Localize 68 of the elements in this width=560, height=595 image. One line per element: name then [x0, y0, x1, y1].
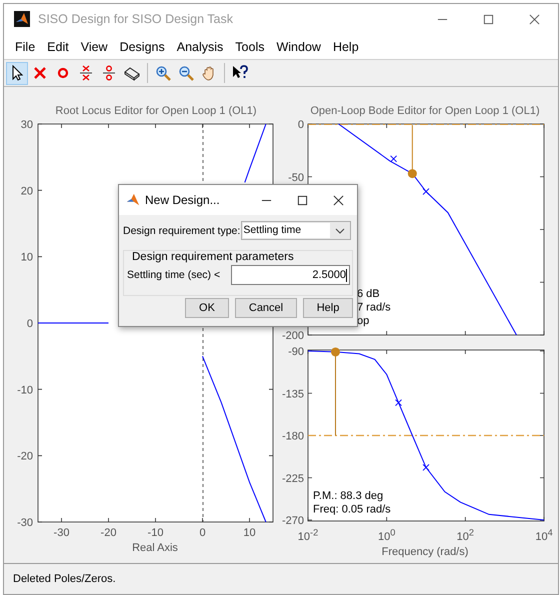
- tick-label: 10$^{2}$: [456, 530, 474, 542]
- cross-icon: [32, 65, 48, 81]
- requirement-type-dropdown[interactable]: Settling time: [241, 221, 352, 240]
- app-logo-icon: [126, 193, 140, 207]
- tick-label: -135: [282, 388, 304, 400]
- menu-item[interactable]: Help: [328, 40, 367, 54]
- tick-label: -180: [282, 430, 304, 442]
- tick-label: 0: [26, 318, 33, 330]
- group-title: Design requirement parameters: [132, 250, 295, 264]
- tick-label: 0: [298, 119, 304, 131]
- cross-pair-icon: [78, 65, 94, 81]
- tick-label: -90: [288, 346, 304, 358]
- menu-item[interactable]: Analysis: [172, 40, 232, 54]
- dialog-button[interactable]: OK: [185, 298, 229, 318]
- tick-label: 10: [20, 252, 33, 264]
- tick-label: -30: [54, 527, 70, 539]
- field-label: Settling time (sec) <: [127, 269, 222, 281]
- menu-item[interactable]: Edit: [43, 40, 77, 54]
- tick-label: 10$^{4}$: [535, 530, 553, 542]
- window-title: SISO Design for SISO Design Task: [38, 12, 233, 26]
- tick-label: -200: [282, 330, 304, 342]
- maximize-icon[interactable]: [297, 194, 308, 206]
- dialog-button[interactable]: Cancel: [235, 298, 297, 318]
- tick-label: 30: [20, 119, 33, 131]
- close-icon[interactable]: [529, 14, 540, 24]
- tick-label: -30: [17, 517, 33, 529]
- circle-pair-icon: [101, 65, 117, 81]
- dialog-button[interactable]: Help: [303, 298, 353, 318]
- tick-label: -270: [282, 515, 304, 527]
- tick-label: -225: [282, 472, 304, 485]
- tick-label: 10$^{0}$: [378, 530, 396, 542]
- margin-text: Freq: 0.05 rad/s: [313, 504, 391, 516]
- app-logo-icon: [14, 11, 30, 27]
- menu-item[interactable]: Designs: [116, 40, 173, 54]
- tick-label: -50: [288, 172, 304, 184]
- field-label: Design requirement type:: [123, 224, 240, 236]
- chart-title: Root Locus Editor for Open Loop 1 (OL1): [55, 105, 257, 117]
- settling-time-field[interactable]: 2.5000: [231, 265, 350, 285]
- menu-item[interactable]: File: [11, 40, 44, 54]
- menu-item[interactable]: Window: [272, 40, 329, 54]
- margin-text: op: [357, 315, 370, 327]
- pointer-tool-button[interactable]: [6, 62, 28, 84]
- tick-label: -10: [148, 527, 164, 539]
- tick-label: 10: [243, 527, 256, 539]
- maximize-icon[interactable]: [483, 14, 494, 24]
- tick-label: 0: [199, 527, 206, 539]
- chevron-down-icon: [335, 228, 346, 234]
- zoom-out-icon: [178, 65, 194, 81]
- margin-text: 7 rad/s: [357, 302, 391, 314]
- tick-label: -10: [17, 384, 33, 396]
- axis-label: Frequency (rad/s): [382, 546, 468, 558]
- pointer-question-icon: [232, 65, 248, 81]
- tick-label: 20: [20, 185, 33, 198]
- eraser-icon: [124, 65, 140, 81]
- axis-label: Real Axis: [132, 542, 178, 554]
- status-text: Deleted Poles/Zeros.: [13, 573, 116, 585]
- tick-label: 10$^{-2}$: [298, 530, 318, 542]
- zoom-in-icon: [155, 65, 171, 81]
- tick-label: -20: [100, 527, 116, 539]
- menu-item[interactable]: View: [76, 40, 116, 54]
- chart-title: Open-Loop Bode Editor for Open Loop 1 (OL1): [310, 105, 540, 117]
- tick-label: -20: [17, 450, 33, 463]
- dialog-title: New Design...: [145, 193, 220, 207]
- locus-branch: [244, 124, 266, 183]
- margin-text: P.M.: 88.3 deg: [313, 490, 384, 502]
- menu-item[interactable]: Tools: [231, 40, 272, 54]
- close-icon[interactable]: [333, 194, 344, 206]
- circle-icon: [55, 65, 71, 81]
